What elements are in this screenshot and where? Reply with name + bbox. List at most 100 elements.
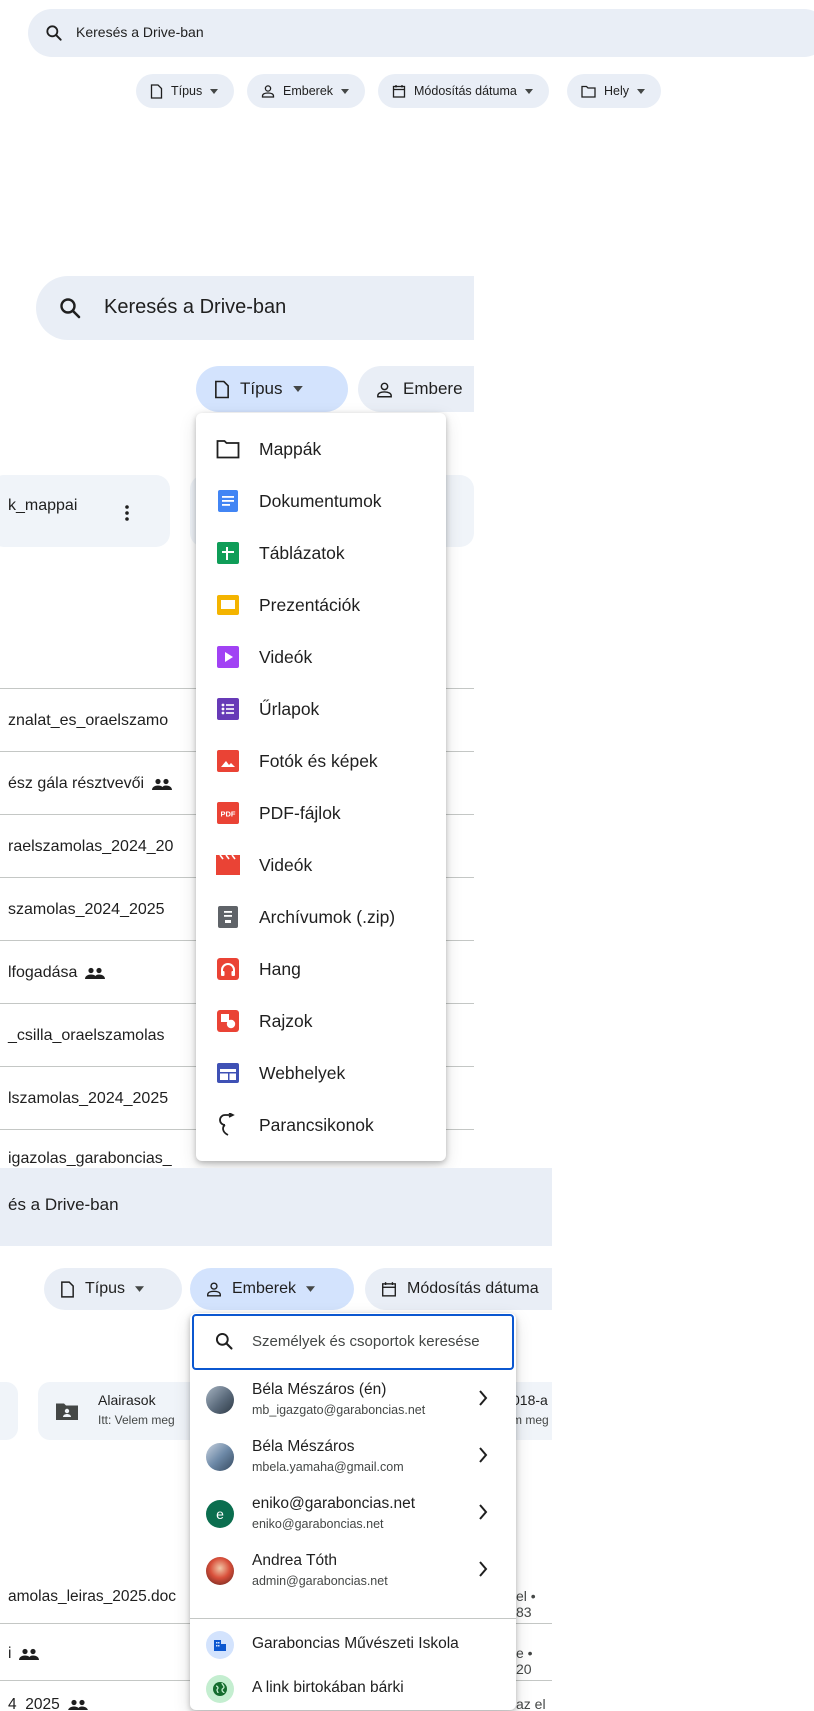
file-row[interactable]: 4_2025 bbox=[8, 1696, 88, 1710]
shared-icon bbox=[152, 778, 173, 790]
modified-date-filter-chip[interactable]: Módosítás dátuma bbox=[378, 74, 549, 108]
menu-item-sites[interactable]: Webhelyek bbox=[196, 1047, 446, 1099]
file-row[interactable]: igazolas_garaboncias_ bbox=[8, 1150, 172, 1168]
drive-search-bar[interactable]: és a Drive-ban bbox=[0, 1168, 552, 1246]
file-row[interactable]: lszamolas_2024_2025 bbox=[8, 1090, 168, 1108]
menu-item-label: Videók bbox=[259, 646, 313, 667]
type-dropdown-menu: Mappák Dokumentumok Táblázatok Prezentác… bbox=[196, 413, 446, 1161]
menu-item-slides[interactable]: Prezentációk bbox=[196, 579, 446, 631]
menu-item-shortcuts[interactable]: Parancsikonok bbox=[196, 1099, 446, 1151]
sheets-icon bbox=[216, 541, 240, 565]
chevron-down-icon bbox=[135, 1286, 145, 1292]
avatar bbox=[206, 1443, 234, 1471]
person-icon bbox=[206, 1281, 222, 1297]
people-search-input[interactable]: Személyek és csoportok keresése bbox=[192, 1314, 514, 1370]
folder-icon bbox=[581, 85, 596, 98]
chip-label: Módosítás dátuma bbox=[407, 1280, 539, 1297]
more-vert-icon[interactable] bbox=[125, 505, 129, 521]
menu-item-label: Dokumentumok bbox=[259, 490, 382, 511]
chip-label: Emberek bbox=[283, 84, 334, 98]
menu-item-label: Webhelyek bbox=[259, 1062, 346, 1083]
person-icon bbox=[261, 84, 275, 98]
person-row[interactable]: e eniko@garaboncias.net eniko@garaboncia… bbox=[190, 1486, 516, 1543]
sites-icon bbox=[216, 1061, 240, 1085]
type-filter-chip[interactable]: Típus bbox=[196, 366, 348, 412]
location-filter-chip[interactable]: Hely bbox=[567, 74, 662, 108]
file-row-meta: az el bbox=[516, 1696, 546, 1710]
type-filter-chip[interactable]: Típus bbox=[44, 1268, 182, 1310]
file-row-name[interactable]: amolas_leiras_2025.doc bbox=[8, 1588, 176, 1606]
search-placeholder: Keresés a Drive-ban bbox=[104, 296, 287, 318]
file-row-name: 4_2025 bbox=[8, 1696, 60, 1710]
file-row[interactable]: szamolas_2024_2025 bbox=[8, 901, 165, 919]
folder-tile-label: k_mappai bbox=[8, 497, 78, 514]
menu-item-archives[interactable]: Archívumok (.zip) bbox=[196, 891, 446, 943]
file-row[interactable]: i bbox=[8, 1645, 40, 1663]
menu-item-images[interactable]: Fotók és képek bbox=[196, 735, 446, 787]
forms-icon bbox=[216, 697, 240, 721]
folder-tile[interactable]: k_mappai bbox=[0, 475, 170, 547]
file-name: raelszamolas_2024_20 bbox=[8, 838, 174, 855]
person-row[interactable]: Béla Mészáros mbela.yamaha@gmail.com bbox=[190, 1429, 516, 1486]
menu-item-sheets[interactable]: Táblázatok bbox=[196, 527, 446, 579]
people-dropdown-menu: Személyek és csoportok keresése Béla Més… bbox=[190, 1313, 516, 1710]
menu-item-forms[interactable]: Űrlapok bbox=[196, 683, 446, 735]
people-filter-chip[interactable]: Emberek bbox=[247, 74, 366, 108]
menu-item-drawings[interactable]: Rajzok bbox=[196, 995, 446, 1047]
chip-label: Típus bbox=[171, 84, 203, 98]
file-name: znalat_es_oraelszamo bbox=[8, 712, 169, 729]
chevron-down-icon bbox=[341, 88, 350, 94]
file-icon bbox=[60, 1280, 75, 1298]
drawings-icon bbox=[216, 1009, 240, 1033]
person-email: admin@garaboncias.net bbox=[252, 1574, 388, 1588]
menu-item-label: Mappák bbox=[259, 438, 322, 459]
chip-label: Módosítás dátuma bbox=[414, 84, 517, 98]
file-row[interactable]: _csilla_oraelszamolas bbox=[8, 1027, 165, 1045]
people-filter-chip[interactable]: Emberek bbox=[190, 1268, 354, 1310]
drive-search-bar[interactable]: Keresés a Drive-ban bbox=[36, 276, 474, 340]
domain-icon bbox=[206, 1631, 234, 1659]
chevron-down-icon bbox=[292, 386, 303, 392]
person-name: Béla Mészáros bbox=[252, 1438, 355, 1455]
menu-item-pdf[interactable]: PDF PDF-fájlok bbox=[196, 787, 446, 839]
drive-search-bar[interactable]: Keresés a Drive-ban bbox=[28, 9, 814, 57]
menu-item-vids[interactable]: Videók bbox=[196, 631, 446, 683]
calendar-icon bbox=[381, 1281, 397, 1297]
chevron-down-icon bbox=[524, 88, 533, 94]
people-filter-chip[interactable]: Embere bbox=[358, 366, 474, 412]
menu-item-docs[interactable]: Dokumentumok bbox=[196, 475, 446, 527]
person-email: eniko@garaboncias.net bbox=[252, 1517, 384, 1531]
modified-date-filter-chip[interactable]: Módosítás dátuma bbox=[365, 1268, 552, 1310]
calendar-icon bbox=[392, 84, 406, 98]
group-row-domain[interactable]: Garaboncias Művészeti Iskola bbox=[190, 1623, 516, 1667]
menu-item-audio[interactable]: Hang bbox=[196, 943, 446, 995]
menu-item-label: Rajzok bbox=[259, 1010, 313, 1031]
svg-text:PDF: PDF bbox=[221, 810, 236, 819]
menu-item-label: Fotók és képek bbox=[259, 750, 378, 771]
chevron-down-icon bbox=[210, 88, 219, 94]
file-row[interactable]: raelszamolas_2024_20 bbox=[8, 838, 173, 856]
menu-item-label: PDF-fájlok bbox=[259, 802, 341, 823]
group-row-anyone-with-link[interactable]: A link birtokában bárki bbox=[190, 1667, 516, 1711]
file-row[interactable]: znalat_es_oraelszamo bbox=[8, 712, 168, 730]
person-row[interactable]: Béla Mészáros (én) mb_igazgato@garabonci… bbox=[190, 1372, 516, 1429]
file-name: lfogadása bbox=[8, 964, 78, 981]
file-name: ész gála résztvevői bbox=[8, 775, 145, 792]
menu-item-label: Videók bbox=[259, 854, 313, 875]
menu-item-label: Archívumok (.zip) bbox=[259, 906, 396, 927]
menu-item-folders[interactable]: Mappák bbox=[196, 423, 446, 475]
chevron-down-icon bbox=[637, 88, 646, 94]
file-row[interactable]: lfogadása bbox=[8, 964, 106, 982]
chip-label: Típus bbox=[240, 379, 283, 398]
chip-label: Emberek bbox=[232, 1280, 297, 1297]
person-row[interactable]: Andrea Tóth admin@garaboncias.net bbox=[190, 1543, 516, 1600]
search-icon bbox=[58, 296, 82, 320]
type-filter-chip[interactable]: Típus bbox=[136, 74, 235, 108]
menu-item-videos[interactable]: Videók bbox=[196, 839, 446, 891]
avatar: e bbox=[206, 1500, 234, 1528]
audio-icon bbox=[216, 957, 240, 981]
shared-icon bbox=[67, 1699, 88, 1710]
folder-tile[interactable] bbox=[0, 1382, 18, 1440]
file-row[interactable]: ész gála résztvevői bbox=[8, 775, 173, 793]
chip-label: Embere bbox=[403, 379, 463, 398]
